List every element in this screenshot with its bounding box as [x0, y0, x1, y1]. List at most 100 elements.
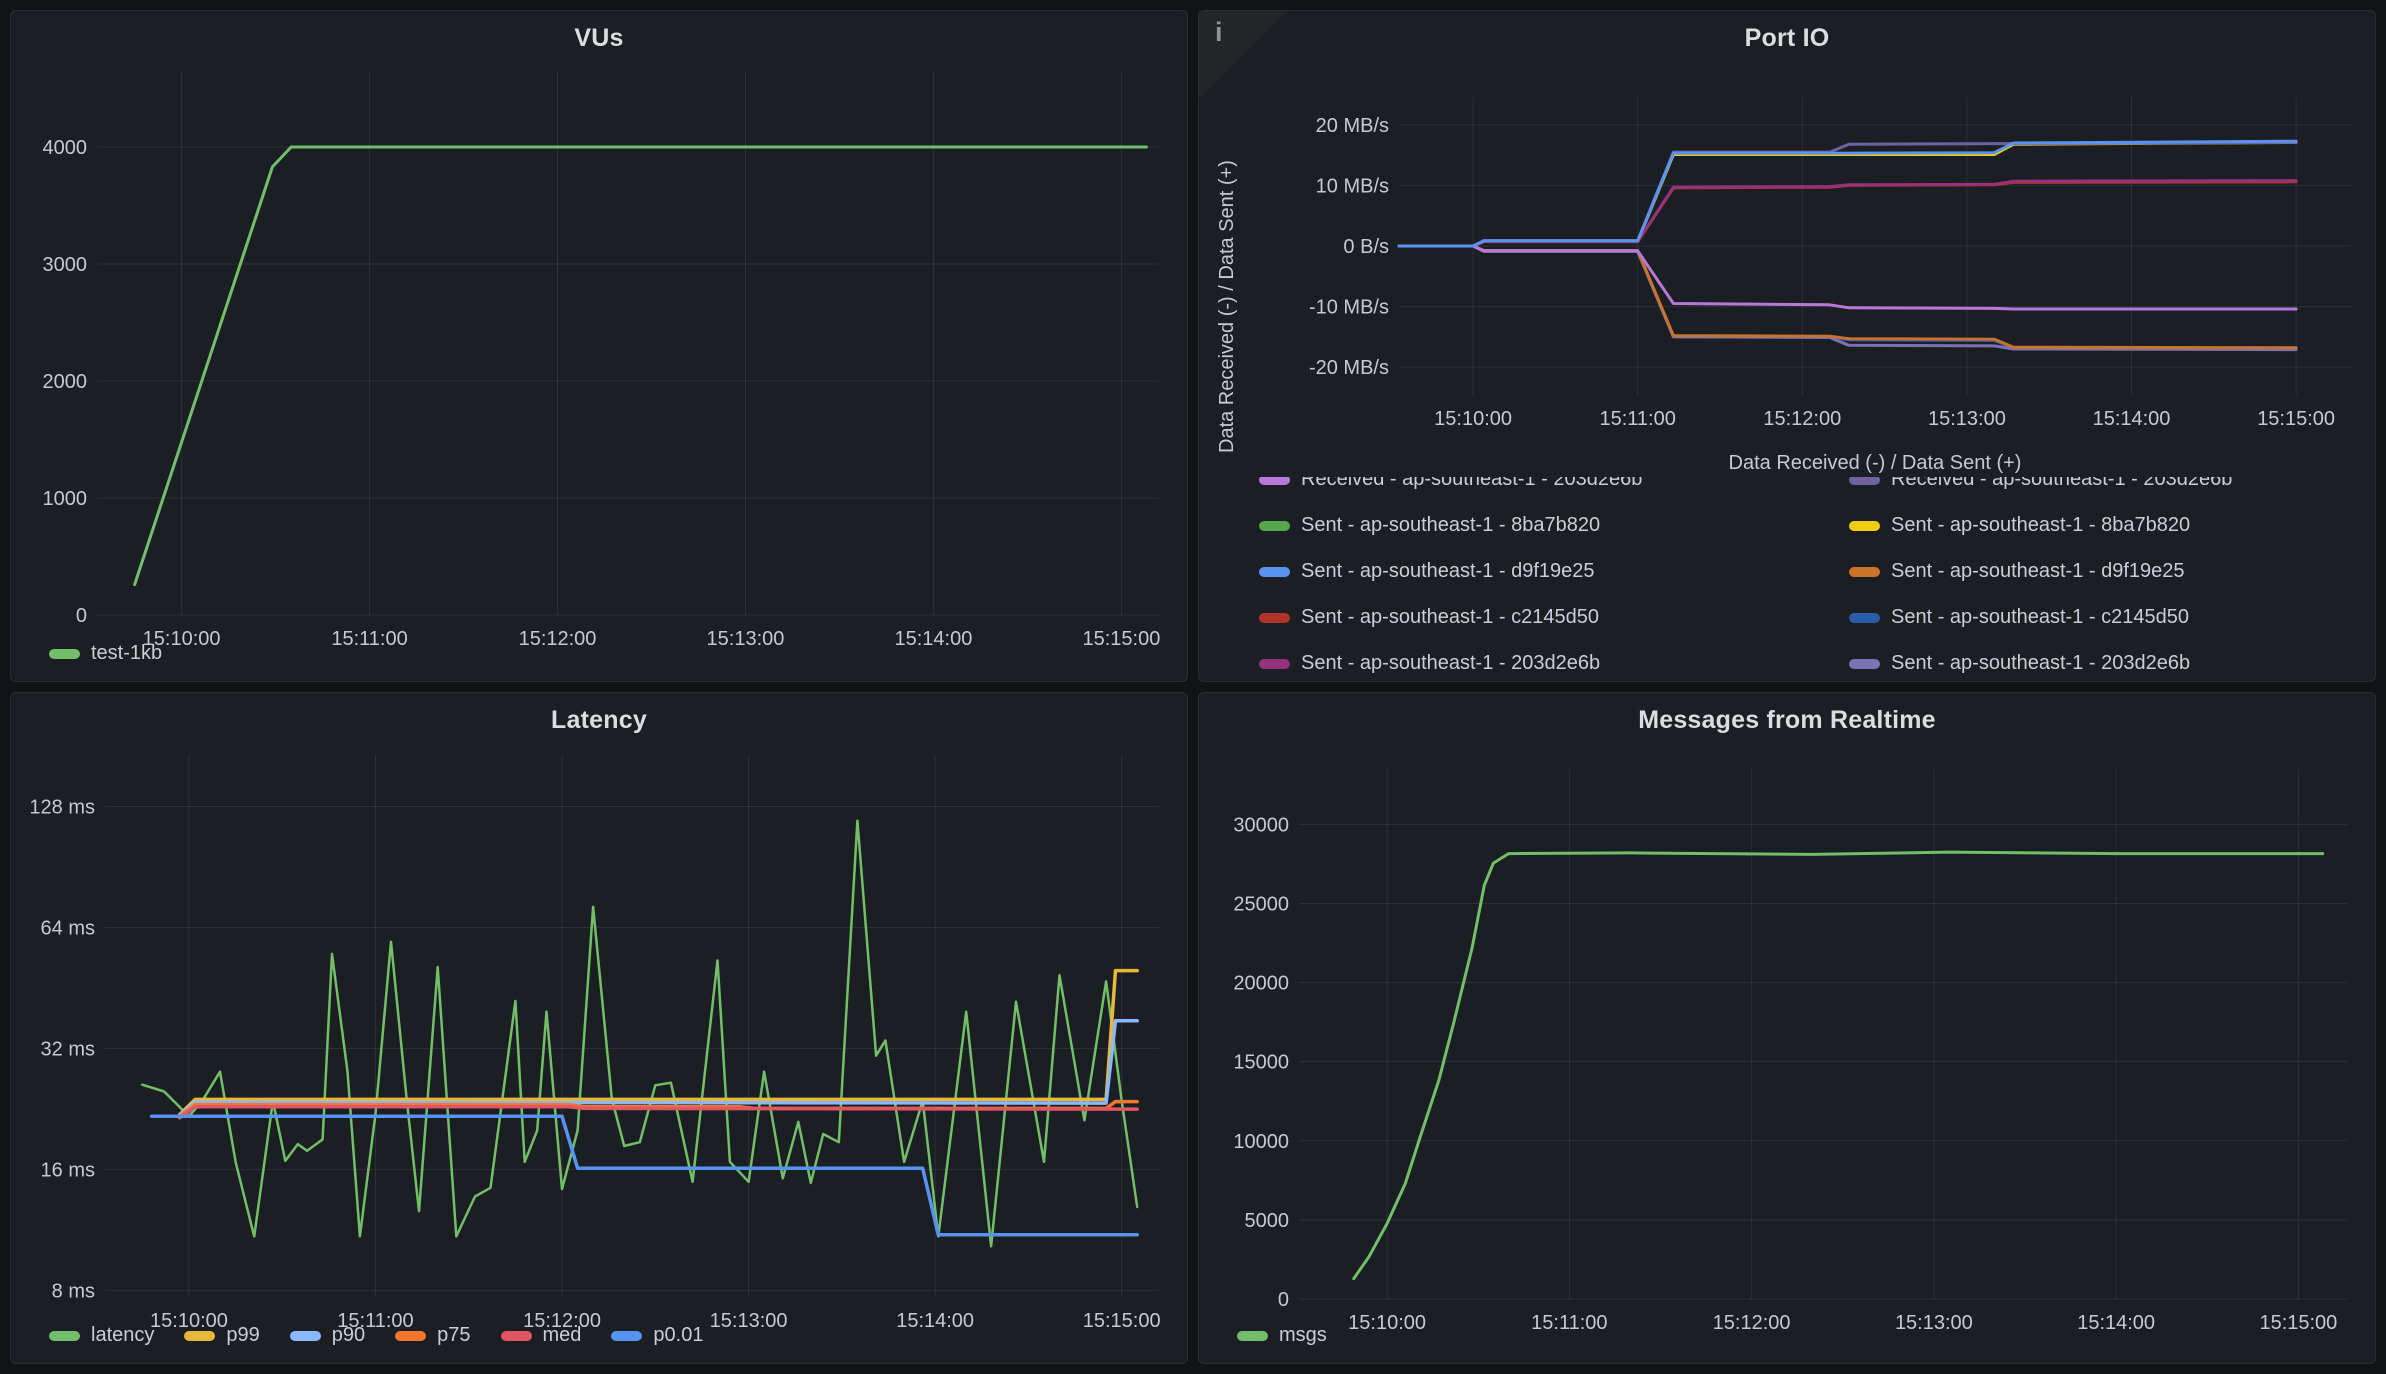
legend-item-sent-ap-southeast-1-8ba7b820[interactable]: Sent - ap-southeast-1 - 8ba7b820: [1849, 514, 2367, 537]
series-p99: [180, 971, 1138, 1115]
chart-area-port-io: 15:10:0015:11:0015:12:0015:13:0015:14:00…: [1207, 59, 2367, 477]
x-axis: 15:10:0015:11:0015:12:0015:13:0015:14:00…: [143, 628, 1161, 650]
series-sent-ap-southeast-1-203d2e6b-violet-: [1399, 246, 2296, 350]
svg-text:8 ms: 8 ms: [52, 1280, 95, 1302]
series-sent-ap-southeast-1-d9f19e25-orange-: [1399, 246, 2296, 348]
info-icon[interactable]: i: [1215, 19, 1223, 46]
chart-canvas[interactable]: 15:10:0015:11:0015:12:0015:13:0015:14:00…: [19, 741, 1179, 1341]
panel-title-vus[interactable]: VUs: [19, 17, 1179, 59]
svg-text:15:10:00: 15:10:00: [150, 1310, 228, 1332]
legend-item-sent-ap-southeast-1-203d2e6b[interactable]: Sent - ap-southeast-1 - 203d2e6b: [1259, 652, 1849, 675]
y-axis: 20 MB/s10 MB/s0 B/s-10 MB/s-20 MB/s: [1309, 115, 1389, 379]
svg-text:15:11:00: 15:11:00: [337, 1310, 413, 1332]
legend-swatch: [1849, 567, 1880, 577]
y-axis: 300002500020000150001000050000: [1233, 814, 1289, 1311]
legend-item-received-ap-southeast-1-203d2e6b[interactable]: Received - ap-southeast-1 - 203d2e6b: [1849, 477, 2367, 491]
x-axis: 15:10:0015:11:0015:12:0015:13:0015:14:00…: [1434, 408, 2335, 430]
legend-item-received-ap-southeast-1-203d2e6b[interactable]: Received - ap-southeast-1 - 203d2e6b: [1259, 477, 1849, 491]
legend-label: Sent - ap-southeast-1 - 203d2e6b: [1301, 652, 1600, 675]
svg-text:15:15:00: 15:15:00: [2259, 1312, 2337, 1334]
panel-vus: VUs 15:10:0015:11:0015:12:0015:13:0015:1…: [10, 10, 1188, 682]
svg-text:15:15:00: 15:15:00: [2257, 408, 2335, 430]
legend-swatch: [1259, 659, 1290, 669]
svg-text:64 ms: 64 ms: [41, 917, 95, 939]
series-sent-ap-southeast-1-203d2e6b-magenta-: [1399, 181, 2296, 246]
legend-item-sent-ap-southeast-1-d9f19e25[interactable]: Sent - ap-southeast-1 - d9f19e25: [1259, 560, 1849, 583]
panel-title-port-io[interactable]: Port IO: [1207, 17, 2367, 59]
legend-label: Received - ap-southeast-1 - 203d2e6b: [1301, 477, 1642, 491]
svg-text:15:13:00: 15:13:00: [710, 1310, 788, 1332]
svg-text:16 ms: 16 ms: [41, 1159, 95, 1181]
panel-title-messages[interactable]: Messages from Realtime: [1207, 699, 2367, 741]
svg-text:10000: 10000: [1233, 1131, 1289, 1153]
svg-text:128 ms: 128 ms: [29, 797, 95, 819]
y-axis: 40003000200010000: [43, 137, 88, 627]
legend-label: Sent - ap-southeast-1 - d9f19e25: [1891, 560, 2185, 583]
legend-label: Sent - ap-southeast-1 - 8ba7b820: [1891, 514, 2190, 537]
legend-swatch: [1849, 613, 1880, 623]
svg-text:30000: 30000: [1233, 814, 1289, 836]
series-p90: [180, 1021, 1138, 1116]
legend-item-sent-ap-southeast-1-8ba7b820[interactable]: Sent - ap-southeast-1 - 8ba7b820: [1259, 514, 1849, 537]
svg-text:15:13:00: 15:13:00: [1895, 1312, 1973, 1334]
svg-text:15:10:00: 15:10:00: [1348, 1312, 1426, 1334]
svg-text:10 MB/s: 10 MB/s: [1316, 175, 1389, 197]
svg-text:15:14:00: 15:14:00: [2077, 1312, 2155, 1334]
legend-swatch: [1259, 521, 1290, 531]
chart-area-messages: 15:10:0015:11:0015:12:0015:13:0015:14:00…: [1207, 741, 2367, 1318]
svg-text:15:14:00: 15:14:00: [895, 628, 973, 650]
legend-label: Sent - ap-southeast-1 - c2145d50: [1891, 606, 2189, 629]
legend-label: Sent - ap-southeast-1 - 8ba7b820: [1301, 514, 1600, 537]
svg-text:15:15:00: 15:15:00: [1083, 1310, 1161, 1332]
chart-canvas[interactable]: 15:10:0015:11:0015:12:0015:13:0015:14:00…: [1207, 59, 2367, 477]
x-axis-label: Data Received (-) / Data Sent (+): [1729, 452, 2022, 474]
grid: [1299, 769, 2347, 1299]
legend-item-sent-ap-southeast-1-203d2e6b[interactable]: Sent - ap-southeast-1 - 203d2e6b: [1849, 652, 2367, 675]
svg-text:15:15:00: 15:15:00: [1082, 628, 1160, 650]
legend-item-sent-ap-southeast-1-c2145d50[interactable]: Sent - ap-southeast-1 - c2145d50: [1259, 606, 1849, 629]
legend-label: Sent - ap-southeast-1 - 203d2e6b: [1891, 652, 2190, 675]
series-received-ap-southeast-1-203d2e6b-purple-: [1399, 246, 2296, 309]
y-axis-label: Data Received (-) / Data Sent (+): [1216, 160, 1238, 453]
svg-text:4000: 4000: [43, 137, 88, 159]
legend-scroll-area[interactable]: Received - ap-southeast-1 - 203d2e6b Rece…: [1207, 477, 2367, 675]
legend-label: Received - ap-southeast-1 - 203d2e6b: [1891, 477, 2232, 491]
panel-info-corner[interactable]: [1199, 11, 1287, 99]
svg-text:32 ms: 32 ms: [41, 1038, 95, 1060]
chart-canvas[interactable]: 15:10:0015:11:0015:12:0015:13:0015:14:00…: [19, 59, 1179, 659]
series-sent-ap-southeast-1-8ba7b820-yellow-: [1399, 142, 2296, 246]
svg-text:15:11:00: 15:11:00: [1531, 1312, 1607, 1334]
legend-swatch: [1259, 567, 1290, 577]
legend-swatch: [1259, 477, 1290, 485]
svg-text:15:10:00: 15:10:00: [143, 628, 221, 650]
panel-title-latency[interactable]: Latency: [19, 699, 1179, 741]
svg-text:15000: 15000: [1233, 1052, 1289, 1074]
legend-item-sent-ap-southeast-1-d9f19e25[interactable]: Sent - ap-southeast-1 - d9f19e25: [1849, 560, 2367, 583]
svg-text:-10 MB/s: -10 MB/s: [1309, 297, 1389, 319]
x-axis: 15:10:0015:11:0015:12:0015:13:0015:14:00…: [150, 1310, 1161, 1332]
svg-text:1000: 1000: [43, 488, 88, 510]
grid: [97, 71, 1159, 615]
svg-text:15:11:00: 15:11:00: [331, 628, 407, 650]
series-sent-ap-southeast-1-c2145d50-red-: [1399, 182, 2296, 246]
svg-text:15:11:00: 15:11:00: [1599, 408, 1675, 430]
chart-canvas[interactable]: 15:10:00 15:11:00 15:12:00 15:13:00 15:14:00…: [1207, 741, 2367, 1341]
grid: [105, 755, 1159, 1297]
series-test-1kb: [135, 147, 1147, 585]
panel-messages: Messages from Realtime 15:10:00 15:11:00 1…: [1198, 692, 2376, 1364]
legend-swatch: [1259, 613, 1290, 623]
svg-text:15:12:00: 15:12:00: [1713, 1312, 1791, 1334]
svg-text:25000: 25000: [1233, 893, 1289, 915]
svg-text:0: 0: [1278, 1289, 1289, 1311]
svg-text:15:12:00: 15:12:00: [523, 1310, 601, 1332]
legend-swatch: [1849, 521, 1880, 531]
legend-swatch: [1849, 659, 1880, 669]
series-sent-ap-southeast-1-d9f19e25-blue-: [1399, 141, 2296, 246]
panel-port-io: i Port IO 15:10:0015:11:0015:12:0015:13:…: [1198, 10, 2376, 682]
x-axis: 15:10:00 15:11:00 15:12:00 15:13:00 15:14:00…: [1348, 1312, 2337, 1334]
legend-swatch: [1849, 477, 1880, 485]
panel-latency: Latency 15:10:00 15:11:00 15:12:00 15:13:00…: [10, 692, 1188, 1364]
svg-text:20000: 20000: [1233, 973, 1289, 995]
svg-text:20 MB/s: 20 MB/s: [1316, 115, 1389, 137]
legend-item-sent-ap-southeast-1-c2145d50[interactable]: Sent - ap-southeast-1 - c2145d50: [1849, 606, 2367, 629]
